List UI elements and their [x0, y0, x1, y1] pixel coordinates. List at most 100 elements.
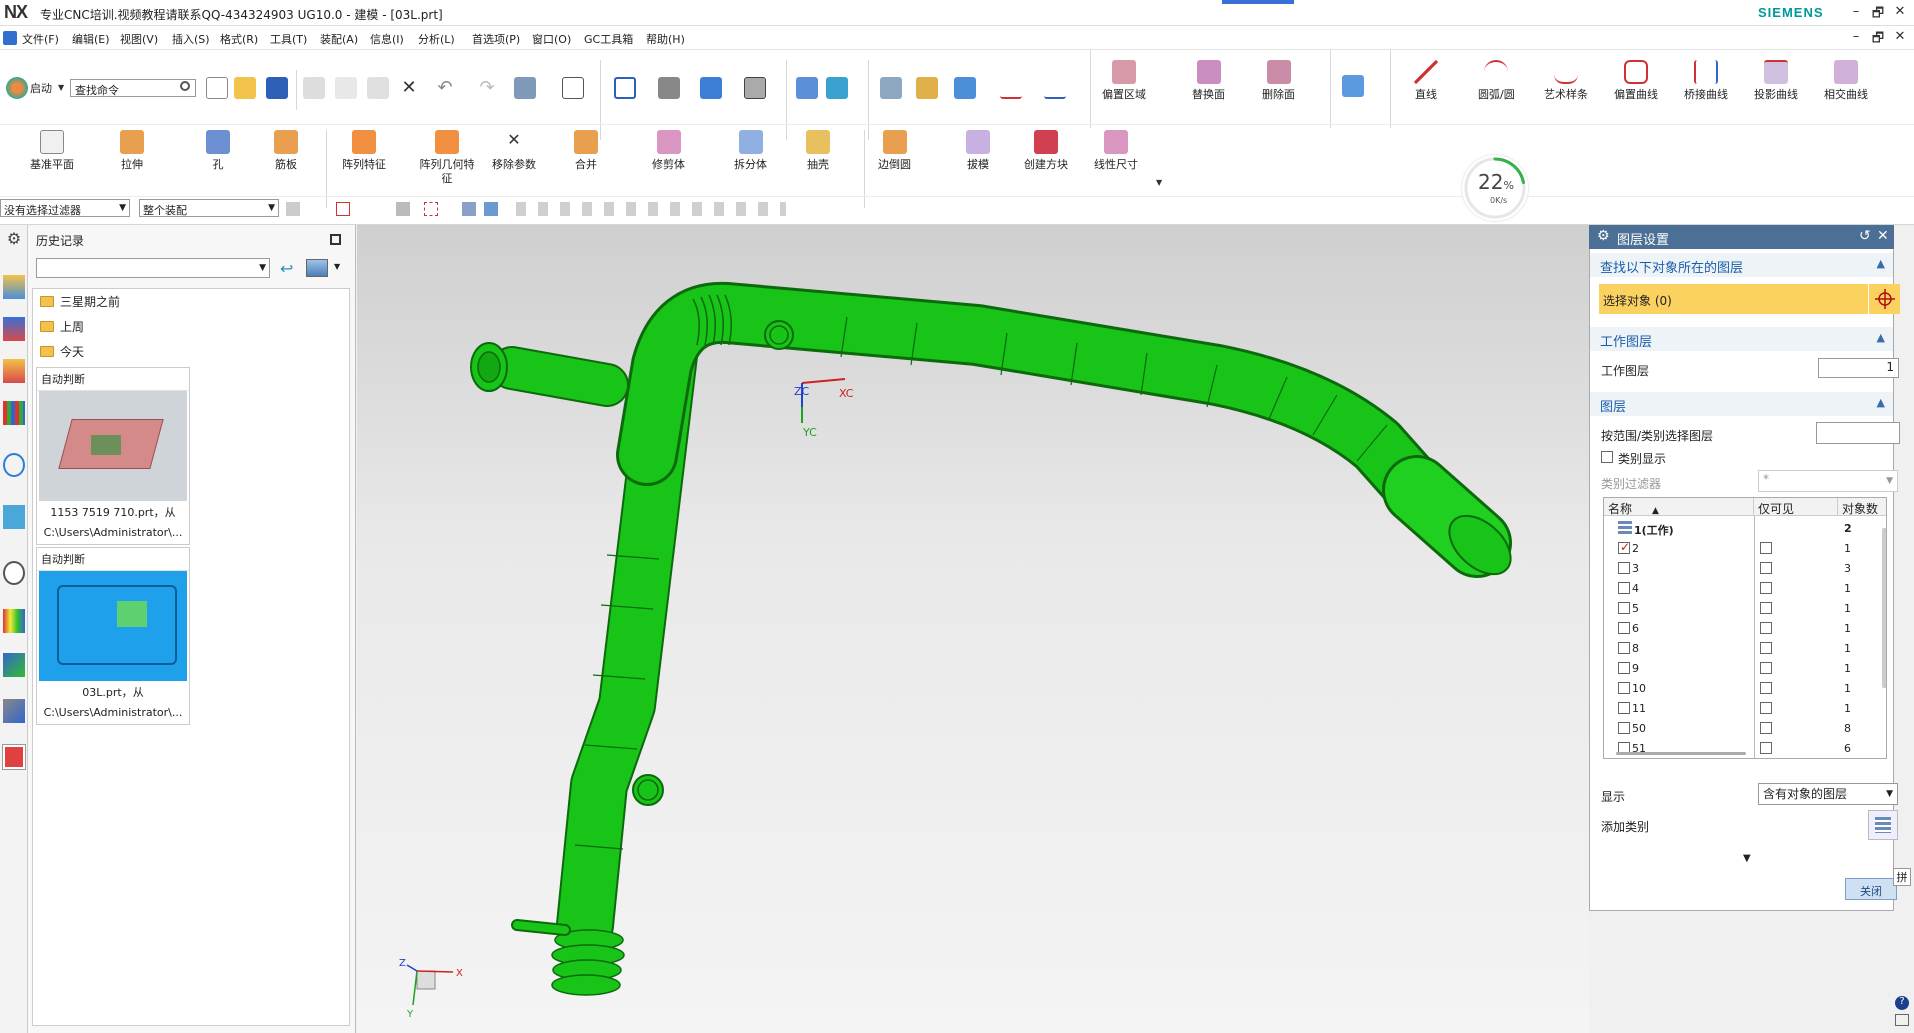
minimize-button[interactable]: –	[1846, 4, 1866, 22]
menu-item-11[interactable]: GC工具箱	[584, 31, 633, 47]
draft-button[interactable]: 拔模	[966, 130, 990, 172]
close-window-button[interactable]: ✕	[1890, 4, 1910, 22]
edge-blend-button[interactable]: 边倒圆	[878, 130, 911, 172]
category-display-checkbox[interactable]	[1601, 451, 1613, 463]
menu-item-1[interactable]: 编辑(E)	[72, 31, 110, 47]
layer-visible-checkbox[interactable]	[1618, 642, 1630, 654]
input-method-button[interactable]: 拼	[1893, 868, 1911, 886]
intersect-curve-button[interactable]: 相交曲线	[1824, 60, 1868, 102]
open-folder-icon[interactable]	[234, 77, 256, 99]
manufacturing-wizard-icon[interactable]	[3, 699, 25, 723]
layer-visible-checkbox[interactable]	[1618, 562, 1630, 574]
close-button[interactable]: 关闭	[1845, 878, 1897, 900]
select-object-field[interactable]: 选择对象 (0)	[1599, 284, 1868, 314]
shell-button[interactable]: 抽壳	[806, 130, 830, 172]
datum-plane-button[interactable]: 基准平面	[30, 130, 74, 172]
delete-face-button[interactable]: 删除面	[1262, 60, 1295, 102]
col-header-count[interactable]: 对象数	[1838, 498, 1886, 516]
orient-view-icon[interactable]	[796, 77, 818, 99]
history-card-1153[interactable]: 自动判断 1153 7519 710.prt，从 C:\Users\Admini…	[36, 367, 190, 545]
extrude-button[interactable]: 拉伸	[120, 130, 144, 172]
history-card-03l[interactable]: 自动判断 03L.prt，从 C:\Users\Administrator\..…	[36, 547, 190, 725]
col-header-visible-only[interactable]: 仅可见	[1754, 498, 1838, 516]
hole-button[interactable]: 孔	[206, 130, 230, 172]
close-icon[interactable]: ✕	[1877, 228, 1889, 244]
doc-minimize-button[interactable]: –	[1846, 29, 1866, 47]
layer-visible-checkbox[interactable]	[1618, 722, 1630, 734]
synchronous-modeling-icon[interactable]	[1342, 75, 1364, 97]
nx-menu-icon[interactable]	[3, 31, 17, 45]
table-hscrollbar[interactable]	[1616, 752, 1746, 755]
layer-row[interactable]: 10 1	[1604, 678, 1886, 698]
category-filter-select[interactable]: * ▼	[1758, 470, 1898, 492]
help-icon[interactable]: ?	[1895, 996, 1909, 1010]
visible-only-checkbox[interactable]	[1760, 682, 1772, 694]
arc-circle-button[interactable]: 圆弧/圆	[1478, 60, 1515, 102]
layout-icon[interactable]	[1895, 1014, 1909, 1026]
roles-icon[interactable]	[2, 744, 26, 770]
paste-icon[interactable]	[367, 77, 389, 99]
web-browser-icon[interactable]	[3, 453, 25, 477]
layer-row[interactable]: 41	[1604, 578, 1886, 598]
visible-only-checkbox[interactable]	[1760, 562, 1772, 574]
add-category-button[interactable]	[1868, 810, 1898, 840]
rectangle-select-icon[interactable]	[424, 202, 438, 216]
layer-visible-checkbox[interactable]	[1618, 622, 1630, 634]
assembly-scope-select[interactable]: 整个装配 ▼	[139, 199, 279, 217]
snap-point-icon[interactable]	[396, 202, 410, 216]
layer-row[interactable]: 33	[1604, 558, 1886, 578]
layer-stack-icon[interactable]	[514, 77, 536, 99]
menu-item-9[interactable]: 首选项(P)	[472, 31, 520, 47]
project-curve-button[interactable]: 投影曲线	[1754, 60, 1798, 102]
shaded-icon[interactable]	[700, 77, 722, 99]
remove-parameters-button[interactable]: ✕ 移除参数	[492, 130, 536, 172]
command-search-input[interactable]: 查找命令	[70, 79, 196, 97]
menu-item-7[interactable]: 信息(I)	[370, 31, 404, 47]
dimension-icon[interactable]	[1044, 77, 1066, 99]
view-dropdown-icon[interactable]: ▼	[334, 262, 340, 271]
offset-curve-button[interactable]: 偏置曲线	[1614, 60, 1658, 102]
model-canvas[interactable]: XC YC ZC X Y Z	[357, 225, 1589, 1033]
unite-button[interactable]: 合并	[574, 130, 598, 172]
back-arrow-icon[interactable]: ↩	[280, 259, 293, 278]
menu-item-0[interactable]: 文件(F)	[22, 31, 59, 47]
visible-only-checkbox[interactable]	[1760, 542, 1772, 554]
expand-more-icon[interactable]: ▼	[1743, 853, 1751, 864]
layer-row[interactable]: 51	[1604, 598, 1886, 618]
copy-icon[interactable]	[335, 77, 357, 99]
section-layers[interactable]: 图层 ▲	[1590, 392, 1893, 416]
layer-visible-checkbox[interactable]	[1618, 662, 1630, 674]
layer-visible-checkbox[interactable]	[1618, 702, 1630, 714]
layer-row[interactable]: 81	[1604, 638, 1886, 658]
visible-only-checkbox[interactable]	[1760, 662, 1772, 674]
history-folder-last-week[interactable]: 上周	[40, 318, 84, 335]
clock-icon[interactable]	[3, 561, 25, 585]
cut-icon[interactable]	[303, 77, 325, 99]
measure-icon[interactable]	[1000, 77, 1022, 99]
display-select[interactable]: 含有对象的图层 ▼	[1758, 783, 1898, 805]
pattern-feature-button[interactable]: 阵列特征	[342, 130, 386, 172]
replace-face-button[interactable]: 替换面	[1192, 60, 1225, 102]
layer-row[interactable]: 50 8	[1604, 718, 1886, 738]
layer-row[interactable]: 11 1	[1604, 698, 1886, 718]
range-select-input[interactable]	[1816, 422, 1900, 444]
visible-only-checkbox[interactable]	[1760, 582, 1772, 594]
visible-only-checkbox[interactable]	[1760, 722, 1772, 734]
visible-only-checkbox[interactable]	[1760, 702, 1772, 714]
menu-item-10[interactable]: 窗口(O)	[532, 31, 571, 47]
delete-icon[interactable]: ✕	[398, 77, 420, 99]
section-view-icon[interactable]	[826, 77, 848, 99]
snap-view-icon[interactable]	[954, 77, 976, 99]
section-find-layer[interactable]: 查找以下对象所在的图层 ▲	[1590, 253, 1893, 277]
offset-region-button[interactable]: 偏置区域	[1102, 60, 1146, 102]
palette-icon[interactable]	[3, 609, 25, 633]
search-icon[interactable]	[180, 81, 190, 91]
layer-visible-checkbox[interactable]	[1618, 602, 1630, 614]
layer-visible-checkbox[interactable]	[1618, 682, 1630, 694]
redo-icon[interactable]: ↷	[476, 77, 498, 99]
menu-item-8[interactable]: 分析(L)	[418, 31, 455, 47]
work-layer-input[interactable]: 1	[1818, 358, 1899, 378]
layer-visible-checkbox[interactable]: ✓	[1618, 540, 1630, 554]
pattern-geometry-button[interactable]: 阵列几何特征	[418, 130, 476, 186]
layer-visible-checkbox[interactable]	[1618, 582, 1630, 594]
